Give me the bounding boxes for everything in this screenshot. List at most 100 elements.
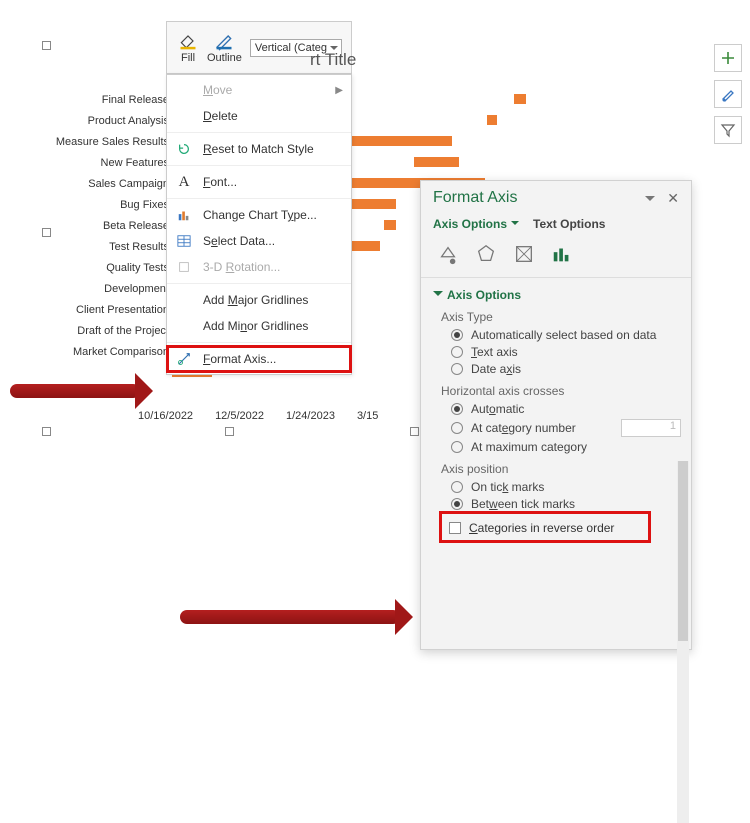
radio-icon <box>451 403 463 415</box>
tab-text-options[interactable]: Text Options <box>533 217 605 231</box>
menu-delete[interactable]: Delete <box>167 103 351 129</box>
menu-delete-label: Delete <box>203 109 238 123</box>
radio-icon <box>451 363 463 375</box>
chart-styles-button[interactable] <box>714 80 742 108</box>
x-axis-labels[interactable]: 10/16/2022 12/5/2022 1/24/2023 3/15 <box>138 410 378 422</box>
scrollbar-thumb[interactable] <box>678 461 688 641</box>
menu-select-data-label: Select Data... <box>203 234 275 248</box>
outline-icon <box>213 31 235 51</box>
pane-close-button[interactable]: ✕ <box>665 190 681 207</box>
menu-format-axis[interactable]: Format Axis... <box>167 346 351 372</box>
ylabel: Market Comparison <box>44 342 169 363</box>
fill-icon <box>177 31 199 51</box>
ylabel: Draft of the Project <box>44 321 169 342</box>
menu-major-label: Add Major Gridlines <box>203 293 308 307</box>
rotation-icon <box>175 258 193 276</box>
radio-auto-label: Automatically select based on data <box>471 328 656 342</box>
ylabel: Quality Tests <box>44 258 169 279</box>
effects-icon[interactable] <box>475 243 497 265</box>
radio-icon <box>451 481 463 493</box>
radio-icon <box>451 329 463 341</box>
y-axis-labels[interactable]: Final Release Product Analysis Measure S… <box>44 90 169 384</box>
format-axis-pane: Format Axis ✕ Axis Options Text Options … <box>420 180 692 650</box>
pane-scrollbar[interactable] <box>677 461 689 823</box>
label-crosses: Horizontal axis crosses <box>441 384 681 398</box>
radio-crosses-auto[interactable]: Automatic <box>451 402 681 416</box>
radio-text-axis[interactable]: Text axis <box>451 345 681 359</box>
radio-icon <box>451 346 463 358</box>
menu-rotation-label: 3-D Rotation... <box>203 260 280 274</box>
menu-change-chart-type[interactable]: Change Chart Type... <box>167 202 351 228</box>
outline-label: Outline <box>207 52 242 64</box>
ylabel: Sales Campaign <box>44 174 169 195</box>
radio-icon <box>451 498 463 510</box>
annotation-arrowhead-2 <box>395 599 431 635</box>
xlabel: 12/5/2022 <box>215 410 264 422</box>
section-axis-options[interactable]: Axis Options <box>433 288 681 302</box>
menu-select-data[interactable]: Select Data... <box>167 228 351 254</box>
ylabel: Measure Sales Results <box>44 132 169 153</box>
radio-crosses-max-label: At maximum category <box>471 440 587 454</box>
menu-3d-rotation: 3-D Rotation... <box>167 254 351 280</box>
ylabel: Beta Release <box>44 216 169 237</box>
chart-filters-button[interactable] <box>714 116 742 144</box>
radio-between-label: Between tick marks <box>471 497 575 511</box>
annotation-arrow-2 <box>180 610 400 624</box>
radio-date-axis[interactable]: Date axis <box>451 362 681 376</box>
size-properties-icon[interactable] <box>513 243 535 265</box>
menu-reset-label: Reset to Match Style <box>203 142 314 156</box>
menu-format-axis-label: Format Axis... <box>203 352 276 366</box>
xlabel: 10/16/2022 <box>138 410 193 422</box>
ylabel: Product Analysis <box>44 111 169 132</box>
brush-icon <box>720 86 736 102</box>
label-axis-type: Axis Type <box>441 310 681 324</box>
axis-options-icon[interactable] <box>551 243 573 265</box>
radio-on-ticks[interactable]: On tick marks <box>451 480 681 494</box>
xlabel: 1/24/2023 <box>286 410 335 422</box>
handle-bm[interactable] <box>225 427 234 436</box>
fill-line-icon[interactable] <box>437 243 459 265</box>
outline-button[interactable]: Outline <box>207 31 242 64</box>
add-element-button[interactable] <box>714 44 742 72</box>
check-reverse-label: Categories in reverse order <box>469 521 614 535</box>
check-reverse-order[interactable]: Categories in reverse order <box>449 521 641 535</box>
menu-move: Move ▶ <box>167 77 351 103</box>
handle-tl[interactable] <box>42 41 51 50</box>
handle-bl[interactable] <box>42 427 51 436</box>
radio-auto-select[interactable]: Automatically select based on data <box>451 328 681 342</box>
reset-icon <box>175 140 193 158</box>
category-number-input[interactable]: 1 <box>621 419 681 437</box>
radio-icon <box>451 441 463 453</box>
radio-crosses-catnum[interactable]: At category number 1 <box>451 419 681 437</box>
fill-label: Fill <box>181 52 195 64</box>
radio-on-ticks-label: On tick marks <box>471 480 544 494</box>
menu-reset[interactable]: Reset to Match Style <box>167 136 351 162</box>
xlabel: 3/15 <box>357 410 378 422</box>
plus-icon <box>720 50 736 66</box>
menu-add-minor-gridlines[interactable]: Add Minor Gridlines <box>167 313 351 339</box>
menu-move-label: Move <box>203 83 232 97</box>
select-data-icon <box>175 232 193 250</box>
fill-button[interactable]: Fill <box>177 31 199 64</box>
menu-font[interactable]: A Font... <box>167 169 351 195</box>
menu-change-type-label: Change Chart Type... <box>203 208 317 222</box>
radio-crosses-max[interactable]: At maximum category <box>451 440 681 454</box>
menu-font-label: Font... <box>203 175 237 189</box>
tab-axis-options[interactable]: Axis Options <box>433 217 519 231</box>
annotation-arrowhead-1 <box>135 373 171 409</box>
chart-title[interactable]: rt Title <box>310 50 356 70</box>
font-icon: A <box>175 173 193 191</box>
pane-options-dropdown[interactable] <box>645 196 655 206</box>
ylabel: Development <box>44 279 169 300</box>
handle-br[interactable] <box>410 427 419 436</box>
ylabel: New Features <box>44 153 169 174</box>
ylabel: Bug Fixes <box>44 195 169 216</box>
ylabel: Test Results <box>44 237 169 258</box>
menu-add-major-gridlines[interactable]: Add Major Gridlines <box>167 287 351 313</box>
radio-text-label: Text axis <box>471 345 518 359</box>
radio-crosses-auto-label: Automatic <box>471 402 524 416</box>
radio-between-ticks[interactable]: Between tick marks <box>451 497 681 511</box>
ylabel: Final Release <box>44 90 169 111</box>
label-axis-position: Axis position <box>441 462 681 476</box>
submenu-arrow-icon: ▶ <box>335 85 343 96</box>
